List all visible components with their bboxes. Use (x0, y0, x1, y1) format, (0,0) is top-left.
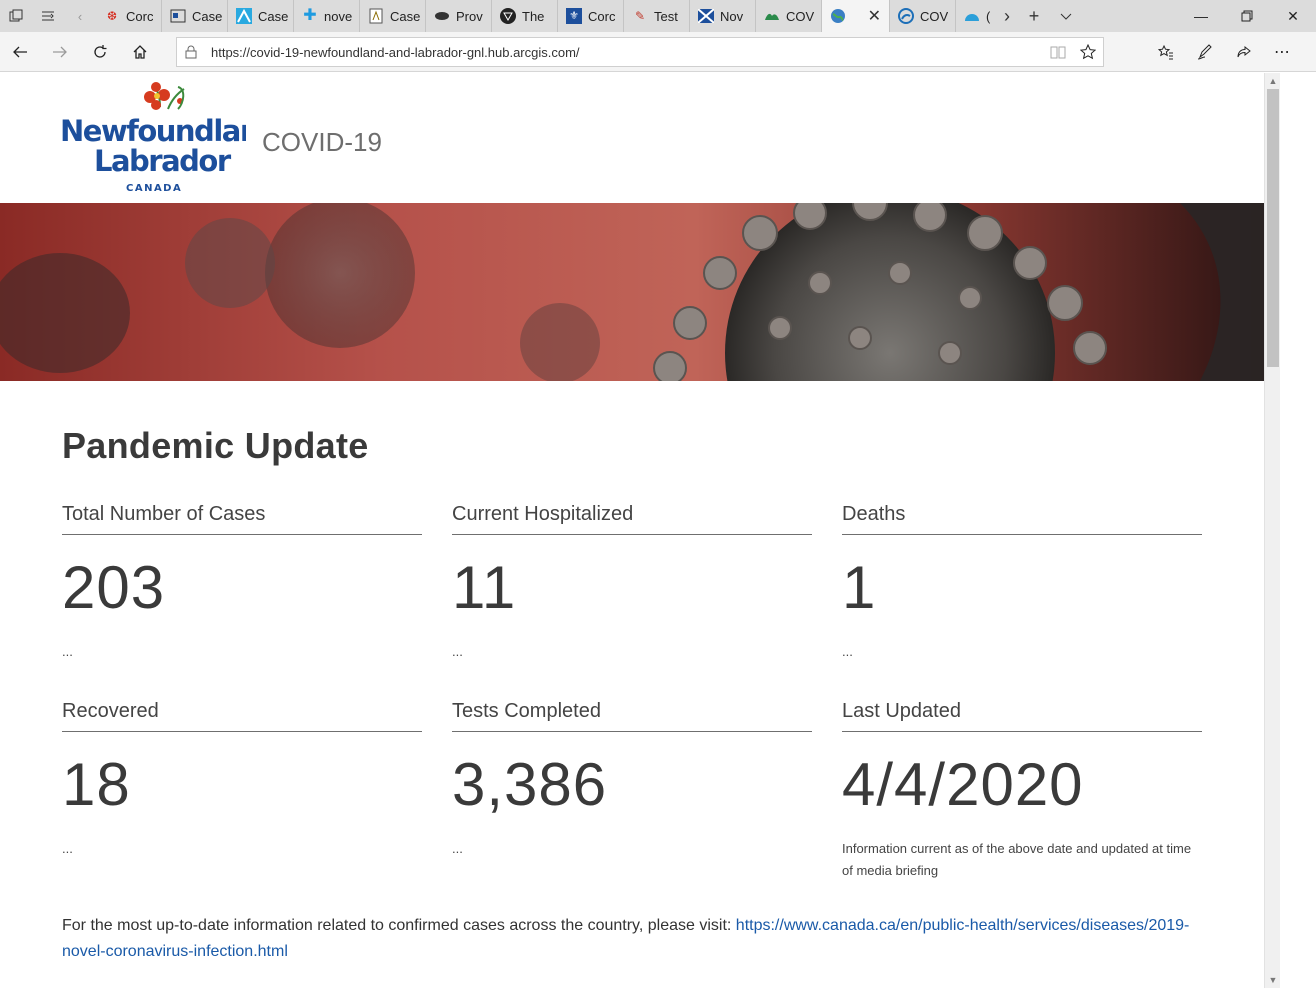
logo-text-labrador: Labrador (94, 144, 232, 178)
browser-tab[interactable]: ❆ Corc (96, 0, 162, 32)
toolbar-right: ⋯ (1146, 32, 1302, 72)
browser-tab[interactable]: Case (360, 0, 426, 32)
forward-arrow-icon[interactable] (40, 32, 80, 72)
favorites-hub-icon[interactable] (1146, 32, 1185, 72)
address-bar[interactable]: https://covid-19-newfoundland-and-labrad… (176, 37, 1104, 67)
scroll-tabs-right-icon[interactable]: › (996, 0, 1018, 32)
island-icon (764, 8, 780, 24)
stat-note: ... (62, 644, 73, 659)
new-tab-icon[interactable]: + (1018, 0, 1050, 32)
stat-hospitalized: Current Hospitalized 11 ... (452, 503, 812, 700)
saltire-icon (698, 8, 714, 24)
bison-icon (434, 8, 450, 24)
stat-note: ... (452, 841, 463, 856)
stat-value: 18 (62, 751, 131, 818)
logo-text-newfoundland: Newfoundland (60, 114, 246, 148)
stat-note: ... (842, 644, 853, 659)
stat-last-updated: Last Updated 4/4/2020 Information curren… (842, 700, 1202, 897)
window-gutter (1280, 73, 1316, 988)
stat-value: 3,386 (452, 751, 608, 818)
browser-tab[interactable]: ( (956, 0, 996, 32)
stat-label: Last Updated (842, 700, 1202, 732)
browser-tab[interactable]: Prov (426, 0, 492, 32)
tab-list: ❆ Corc Case Case ✚ nove Case Prov The ⚜ (96, 0, 996, 32)
footer-note: For the most up-to-date information rela… (62, 913, 1202, 965)
stat-tests-completed: Tests Completed 3,386 ... (452, 700, 812, 897)
stat-label: Deaths (842, 503, 1202, 535)
more-options-icon[interactable]: ⋯ (1263, 32, 1302, 72)
stat-value: 1 (842, 554, 877, 621)
refresh-icon[interactable] (80, 32, 120, 72)
stat-label: Total Number of Cases (62, 503, 422, 535)
chart-icon (236, 8, 252, 24)
scroll-up-arrow-icon[interactable]: ▲ (1265, 73, 1281, 89)
favorite-star-icon[interactable] (1073, 44, 1103, 60)
url-text[interactable]: https://covid-19-newfoundland-and-labrad… (211, 45, 1043, 60)
scrollbar-thumb[interactable] (1267, 89, 1279, 367)
stat-note: ... (452, 644, 463, 659)
cross-icon: ✚ (303, 7, 317, 24)
browser-tab[interactable]: ⚜ Corc (558, 0, 624, 32)
stat-note: ... (62, 841, 73, 856)
pen-icon: ✎ (634, 9, 646, 23)
browser-toolbar: https://covid-19-newfoundland-and-labrad… (0, 32, 1316, 72)
stat-value: 11 (452, 554, 517, 621)
browser-tab[interactable]: COV (890, 0, 956, 32)
close-tab-icon[interactable]: ✕ (868, 6, 881, 26)
stat-note: Information current as of the above date… (842, 841, 1192, 878)
browser-tab[interactable]: Case (228, 0, 294, 32)
tab-menu-chevron-down-icon[interactable] (1050, 0, 1082, 32)
back-arrow-icon[interactable] (0, 32, 40, 72)
page-title: Pandemic Update (62, 425, 369, 466)
stats-grid: Total Number of Cases 203 ... Current Ho… (62, 503, 1202, 897)
news-icon (170, 8, 186, 24)
document-icon (368, 8, 384, 24)
web-page: Newfoundland Labrador CANADA COVID-19 (0, 73, 1264, 988)
stat-deaths: Deaths 1 ... (842, 503, 1202, 700)
stat-recovered: Recovered 18 ... (62, 700, 422, 897)
browser-tab[interactable]: The (492, 0, 558, 32)
set-aside-tabs-icon[interactable] (32, 0, 64, 32)
browser-tab[interactable]: Nov (690, 0, 756, 32)
stat-label: Tests Completed (452, 700, 812, 732)
browser-tab[interactable]: COV (756, 0, 822, 32)
lock-icon[interactable] (185, 44, 201, 60)
tab-strip: ‹ ❆ Corc Case Case ✚ nove Case Prov The (0, 0, 1316, 32)
arcgis-icon (898, 8, 914, 24)
minimize-icon[interactable]: — (1178, 0, 1224, 32)
globe-icon (830, 8, 846, 24)
site-header: Newfoundland Labrador CANADA COVID-19 (0, 73, 1264, 203)
main-content: Pandemic Update Total Number of Cases 20… (0, 381, 1264, 965)
page-scrollbar[interactable]: ▲ ▼ (1264, 73, 1280, 988)
stat-value: 203 (62, 554, 166, 621)
stat-value: 4/4/2020 (842, 751, 1084, 818)
scroll-down-arrow-icon[interactable]: ▼ (1265, 972, 1281, 988)
stat-label: Recovered (62, 700, 422, 732)
share-icon[interactable] (1224, 32, 1263, 72)
browser-tab[interactable]: ✚ nove (294, 0, 360, 32)
newfoundland-labrador-logo[interactable]: Newfoundland Labrador CANADA (60, 79, 246, 197)
stat-total-cases: Total Number of Cases 203 ... (62, 503, 422, 700)
fleur-de-lis-icon: ⚜ (566, 8, 582, 24)
site-title[interactable]: COVID-19 (262, 127, 382, 158)
browser-tab[interactable]: ✎ Test (624, 0, 690, 32)
browser-tab-active[interactable]: ✕ (822, 0, 890, 32)
web-note-pen-icon[interactable] (1185, 32, 1224, 72)
partial-icon (964, 8, 980, 24)
footer-text: For the most up-to-date information rela… (62, 917, 736, 934)
tab-actions-icon[interactable] (0, 0, 32, 32)
browser-tab[interactable]: Case (162, 0, 228, 32)
stat-label: Current Hospitalized (452, 503, 812, 535)
logo-text-canada: CANADA (126, 183, 182, 194)
scroll-tabs-left-icon[interactable]: ‹ (64, 0, 96, 32)
maple-leaf-icon: ❆ (106, 9, 118, 23)
virus-banner-image (0, 203, 1264, 381)
window-controls: — ✕ (1178, 0, 1316, 32)
close-window-icon[interactable]: ✕ (1270, 0, 1316, 32)
restore-icon[interactable] (1224, 0, 1270, 32)
star-icon (500, 8, 516, 24)
home-icon[interactable] (120, 32, 160, 72)
reading-view-icon[interactable] (1043, 45, 1073, 59)
